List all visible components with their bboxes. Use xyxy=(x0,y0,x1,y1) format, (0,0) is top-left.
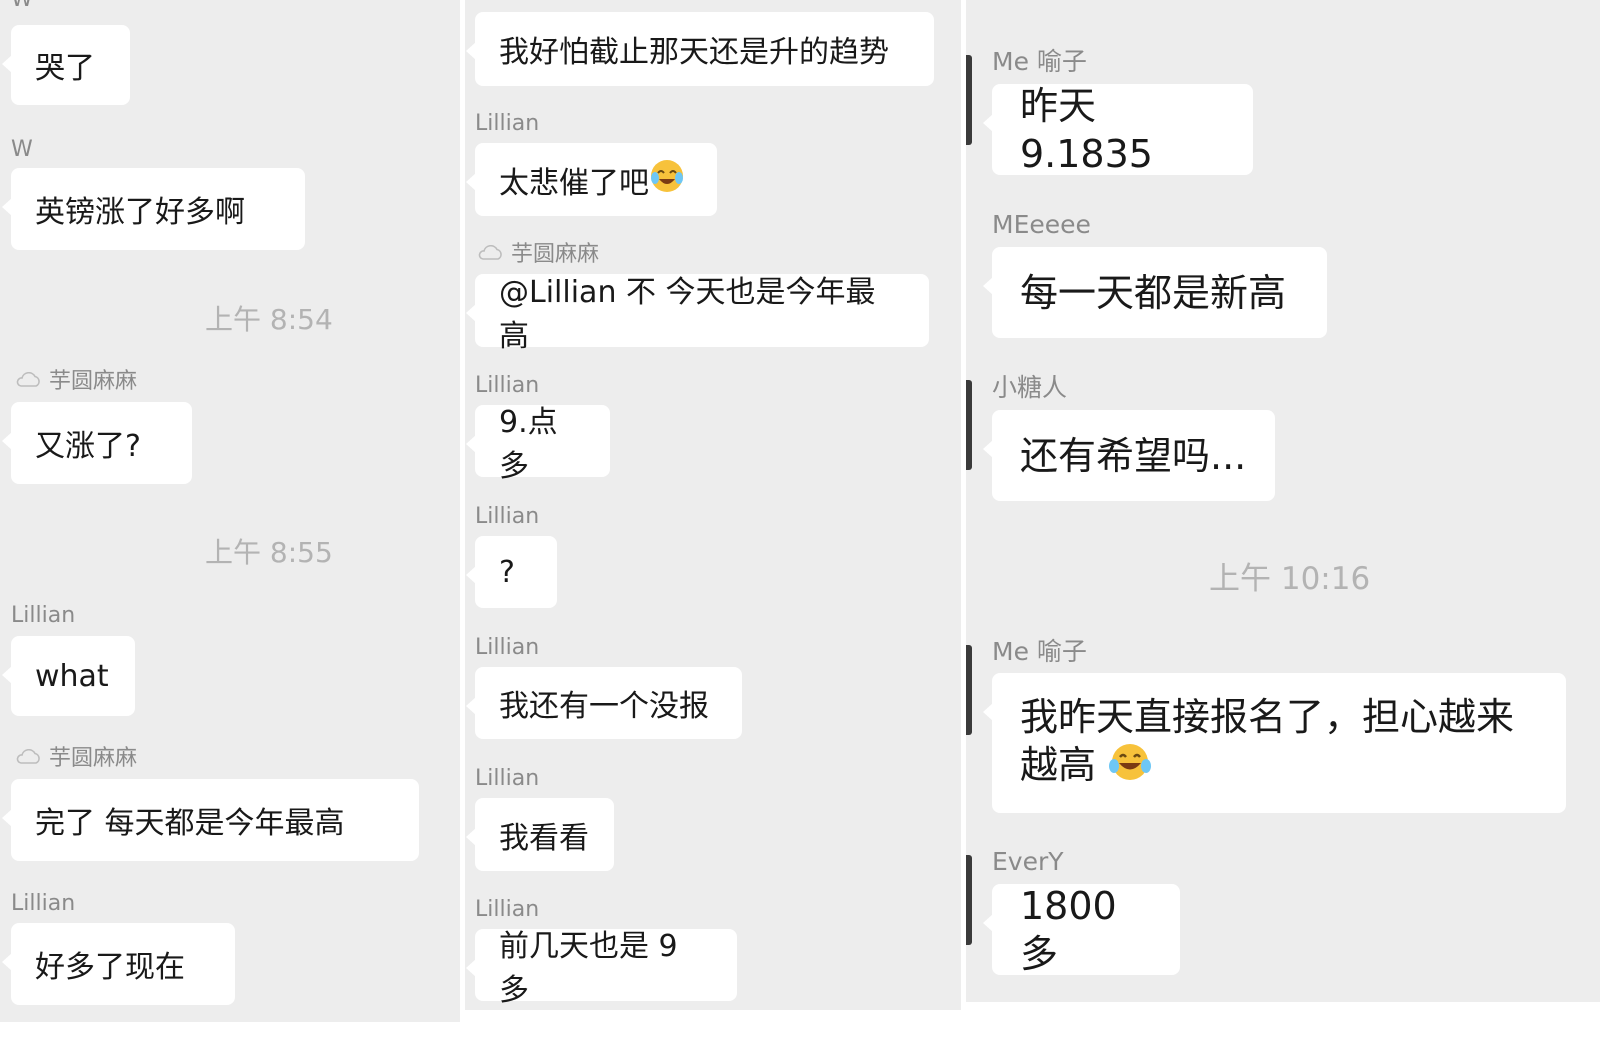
message-bubble[interactable]: 1800 多 xyxy=(983,884,1180,976)
message-bubble[interactable]: 哭了 xyxy=(2,25,130,105)
message-bubble[interactable]: 又涨了? xyxy=(2,402,192,484)
sender-name: Lillian xyxy=(475,504,540,529)
avatar xyxy=(966,380,972,470)
sender-name: Lillian xyxy=(11,891,76,916)
message-bubble[interactable]: 我好怕截止那天还是升的趋势 xyxy=(466,12,934,86)
sender-name: 芋圆麻麻 xyxy=(511,242,600,267)
sender-name: Lillian xyxy=(11,603,76,628)
tears-of-joy-emoji-icon xyxy=(1108,742,1152,793)
message-bubble[interactable]: 完了 每天都是今年最高 xyxy=(2,779,419,861)
sender-name: EverY xyxy=(992,847,1064,876)
message-bubble[interactable]: 我还有一个没报 xyxy=(466,667,742,739)
chat-panel-left: W 哭了 W 英镑涨了好多啊 上午 8:54 芋圆麻麻 又涨了? 上午 8:55… xyxy=(0,0,460,1022)
chat-panel-right: Me 喻子 昨天 9.1835 MEeeee 每一天都是新高 小糖人 还有希望吗… xyxy=(966,0,1600,1002)
avatar xyxy=(966,645,972,735)
message-bubble[interactable]: 我昨天直接报名了，担心越来 越高 xyxy=(983,673,1566,813)
message-text-line: 越高 xyxy=(1020,741,1538,793)
sender-name-row: 芋圆麻麻 xyxy=(15,370,137,394)
message-bubble[interactable]: ? xyxy=(466,536,557,608)
sender-name: MEeeee xyxy=(992,210,1091,239)
cloud-icon xyxy=(15,747,41,771)
message-bubble[interactable]: what xyxy=(2,636,135,716)
sender-name: Lillian xyxy=(475,766,540,791)
sender-name-row: 芋圆麻麻 xyxy=(15,747,137,771)
sender-name-row: 芋圆麻麻 xyxy=(477,243,599,267)
message-bubble[interactable]: 好多了现在 xyxy=(2,923,235,1005)
sender-name: 芋圆麻麻 xyxy=(49,369,138,394)
sender-name: Lillian xyxy=(475,897,540,922)
cloud-icon xyxy=(15,370,41,394)
sender-name: Lillian xyxy=(475,635,540,660)
sender-name: 芋圆麻麻 xyxy=(49,746,138,771)
cloud-icon xyxy=(477,243,503,267)
sender-name: W xyxy=(11,0,33,12)
message-bubble[interactable]: 英镑涨了好多啊 xyxy=(2,168,305,250)
avatar xyxy=(966,55,972,145)
sender-name: Lillian xyxy=(475,111,540,136)
sender-name: 小糖人 xyxy=(992,373,1068,402)
sender-name: Me 喻子 xyxy=(992,637,1087,666)
message-bubble[interactable]: 太悲催了吧 xyxy=(466,143,717,216)
message-bubble[interactable]: 还有希望吗... xyxy=(983,410,1275,501)
timestamp: 上午 8:55 xyxy=(205,536,333,569)
message-bubble[interactable]: 昨天 9.1835 xyxy=(983,84,1253,176)
message-text: 越高 xyxy=(1020,743,1097,787)
message-text-line: 我昨天直接报名了，担心越来 xyxy=(1020,695,1515,739)
avatar xyxy=(966,855,972,945)
message-bubble[interactable]: 我看看 xyxy=(466,798,614,871)
message-bubble[interactable]: @Lillian 不 今天也是今年最高 xyxy=(466,274,929,354)
message-bubble[interactable]: 每一天都是新高 xyxy=(983,247,1327,338)
timestamp: 上午 8:54 xyxy=(205,303,333,336)
chat-panel-middle: 我好怕截止那天还是升的趋势 Lillian 太悲催了吧 芋圆麻麻 @Lillia… xyxy=(465,0,961,1010)
message-bubble[interactable]: 前几天也是 9 多 xyxy=(466,929,737,1008)
sender-name: Me 喻子 xyxy=(992,47,1087,76)
crying-laughing-emoji-icon xyxy=(649,158,685,202)
sender-name: W xyxy=(11,137,33,162)
message-text: 太悲催了吧 xyxy=(499,165,649,201)
sender-name: Lillian xyxy=(475,373,540,398)
message-bubble[interactable]: 9.点多 xyxy=(466,405,610,484)
timestamp: 上午 10:16 xyxy=(1209,561,1371,597)
